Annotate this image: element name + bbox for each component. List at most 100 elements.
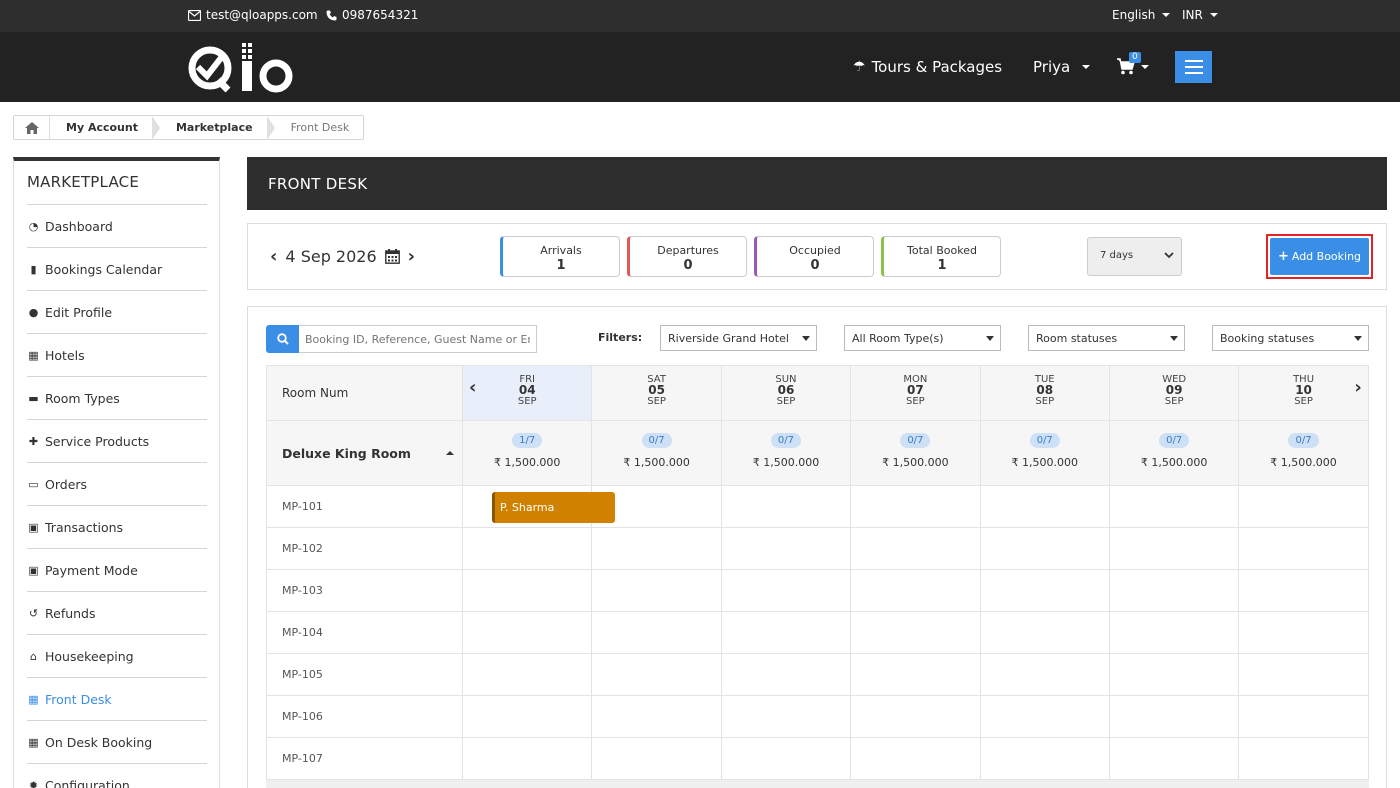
room-day-cell[interactable] xyxy=(463,738,593,779)
calendar-icon[interactable] xyxy=(384,249,400,264)
sidebar-item-edit-profile[interactable]: ● Edit Profile xyxy=(27,290,207,333)
room-day-cell[interactable] xyxy=(722,612,852,653)
room-day-cell[interactable] xyxy=(981,654,1110,695)
stat-departures[interactable]: Departures 0 xyxy=(627,236,747,277)
contact-phone[interactable]: 0987654321 xyxy=(326,8,418,22)
days-range-select[interactable]: 7 days xyxy=(1087,237,1182,276)
sidebar-item-bookings-calendar[interactable]: ▮ Bookings Calendar xyxy=(27,247,207,290)
room-day-cell[interactable] xyxy=(1110,612,1240,653)
language-dropdown[interactable]: English xyxy=(1112,8,1171,22)
cart-button[interactable]: 0 xyxy=(1117,52,1149,79)
sidebar-item-housekeeping[interactable]: ⌂ Housekeeping xyxy=(27,634,207,677)
room-day-cell[interactable] xyxy=(851,696,981,737)
stat-occupied[interactable]: Occupied 0 xyxy=(754,236,874,277)
breadcrumb-marketplace[interactable]: Marketplace xyxy=(160,116,267,139)
currency-dropdown[interactable]: INR xyxy=(1182,8,1218,22)
menu-toggle-button[interactable] xyxy=(1175,51,1212,83)
booking-status-filter-select[interactable]: Booking statuses xyxy=(1212,325,1369,351)
stat-arrivals[interactable]: Arrivals 1 xyxy=(500,236,620,277)
sidebar-item-hotels[interactable]: ▦ Hotels xyxy=(27,333,207,376)
room-day-cell[interactable] xyxy=(722,570,852,611)
search-button[interactable] xyxy=(266,325,299,353)
hotel-filter-select[interactable]: Riverside Grand Hotel xyxy=(660,325,817,351)
add-booking-button[interactable]: + Add Booking xyxy=(1270,238,1369,275)
sidebar-item-on-desk-booking[interactable]: ▦ On Desk Booking xyxy=(27,720,207,763)
room-day-cell[interactable] xyxy=(1110,528,1240,569)
room-day-cell[interactable] xyxy=(981,612,1110,653)
room-day-cell[interactable] xyxy=(592,738,722,779)
room-day-cell[interactable] xyxy=(463,528,593,569)
room-day-cell[interactable] xyxy=(1110,486,1240,527)
room-day-cell[interactable] xyxy=(592,528,722,569)
room-day-cell[interactable] xyxy=(1110,696,1240,737)
room-day-cell[interactable] xyxy=(722,486,852,527)
next-room-type-row xyxy=(266,780,1369,788)
sidebar-item-configuration[interactable]: ✹ Configuration xyxy=(27,763,207,788)
room-day-cell[interactable] xyxy=(981,696,1110,737)
sidebar-item-orders[interactable]: ▭ Orders xyxy=(27,462,207,505)
room-day-cell[interactable] xyxy=(981,486,1110,527)
room-day-cell[interactable] xyxy=(722,528,852,569)
room-day-cell[interactable] xyxy=(851,528,981,569)
chevron-left-icon[interactable]: ‹ xyxy=(270,246,277,267)
room-day-cell[interactable] xyxy=(1239,612,1369,653)
room-day-cell[interactable] xyxy=(592,612,722,653)
room-day-cell[interactable] xyxy=(1239,528,1369,569)
room-day-cell[interactable] xyxy=(1110,738,1240,779)
breadcrumb-home[interactable] xyxy=(14,116,50,139)
chevron-right-icon[interactable]: › xyxy=(408,246,415,267)
room-day-cell[interactable] xyxy=(981,570,1110,611)
room-type-row: Deluxe King Room 1/7 ₹ 1,500.000 0/7 ₹ 1,500… xyxy=(266,421,1369,486)
tours-packages-link[interactable]: ☂ Tours & Packages xyxy=(853,58,1002,76)
sidebar-item-front-desk[interactable]: ▦ Front Desk xyxy=(27,677,207,720)
availability-badge: 0/7 xyxy=(641,433,672,448)
room-day-cell[interactable] xyxy=(722,696,852,737)
room-type-day-cell: 1/7 ₹ 1,500.000 xyxy=(463,421,593,485)
room-day-cell[interactable] xyxy=(851,486,981,527)
room-day-cell[interactable] xyxy=(851,738,981,779)
stat-total-booked[interactable]: Total Booked 1 xyxy=(881,236,1001,277)
sidebar-item-transactions[interactable]: ▣ Transactions xyxy=(27,505,207,548)
sidebar-item-dashboard[interactable]: ◔ Dashboard xyxy=(27,204,207,247)
room-type-name[interactable]: Deluxe King Room xyxy=(266,421,463,485)
contact-email[interactable]: test@qloapps.com xyxy=(188,8,318,22)
room-day-cell[interactable] xyxy=(722,654,852,695)
room-day-cell[interactable] xyxy=(592,696,722,737)
sidebar-item-payment-mode[interactable]: ▣ Payment Mode xyxy=(27,548,207,591)
breadcrumb-my-account[interactable]: My Account xyxy=(50,116,152,139)
room-number: MP-102 xyxy=(266,528,463,569)
room-day-cell[interactable] xyxy=(463,696,593,737)
room-day-cell[interactable] xyxy=(592,570,722,611)
room-day-cell[interactable] xyxy=(851,612,981,653)
sidebar-item-room-types[interactable]: ▬ Room Types xyxy=(27,376,207,419)
room-day-cell[interactable] xyxy=(463,612,593,653)
room-day-cell[interactable] xyxy=(981,528,1110,569)
room-day-cell[interactable] xyxy=(1110,654,1240,695)
chevron-left-icon[interactable]: ‹ xyxy=(469,379,476,397)
room-day-cell[interactable] xyxy=(1239,738,1369,779)
room-day-cell[interactable] xyxy=(463,570,593,611)
room-day-cell[interactable] xyxy=(1239,570,1369,611)
umbrella-icon: ☂ xyxy=(853,59,866,75)
room-day-cell[interactable] xyxy=(1110,570,1240,611)
room-day-cell[interactable] xyxy=(463,654,593,695)
chevron-right-icon[interactable]: › xyxy=(1354,379,1361,397)
booking-search-input[interactable] xyxy=(299,325,537,353)
room-type-filter-select[interactable]: All Room Type(s) xyxy=(844,325,1001,351)
qlo-logo[interactable] xyxy=(186,40,296,98)
sidebar-item-service-products[interactable]: ✚ Service Products xyxy=(27,419,207,462)
caret-up-icon[interactable] xyxy=(446,451,454,455)
user-menu[interactable]: Priya xyxy=(1033,58,1091,76)
room-day-cell[interactable] xyxy=(1239,654,1369,695)
room-day-cell[interactable] xyxy=(851,654,981,695)
room-day-cell[interactable] xyxy=(851,570,981,611)
room-day-cell[interactable] xyxy=(981,738,1110,779)
room-row: MP-106 xyxy=(266,696,1369,738)
room-day-cell[interactable] xyxy=(722,738,852,779)
room-day-cell[interactable] xyxy=(592,654,722,695)
room-day-cell[interactable] xyxy=(1239,486,1369,527)
room-status-filter-select[interactable]: Room statuses xyxy=(1028,325,1185,351)
sidebar-item-refunds[interactable]: ↺ Refunds xyxy=(27,591,207,634)
booking-bar[interactable]: P. Sharma xyxy=(492,492,615,523)
room-day-cell[interactable] xyxy=(1239,696,1369,737)
